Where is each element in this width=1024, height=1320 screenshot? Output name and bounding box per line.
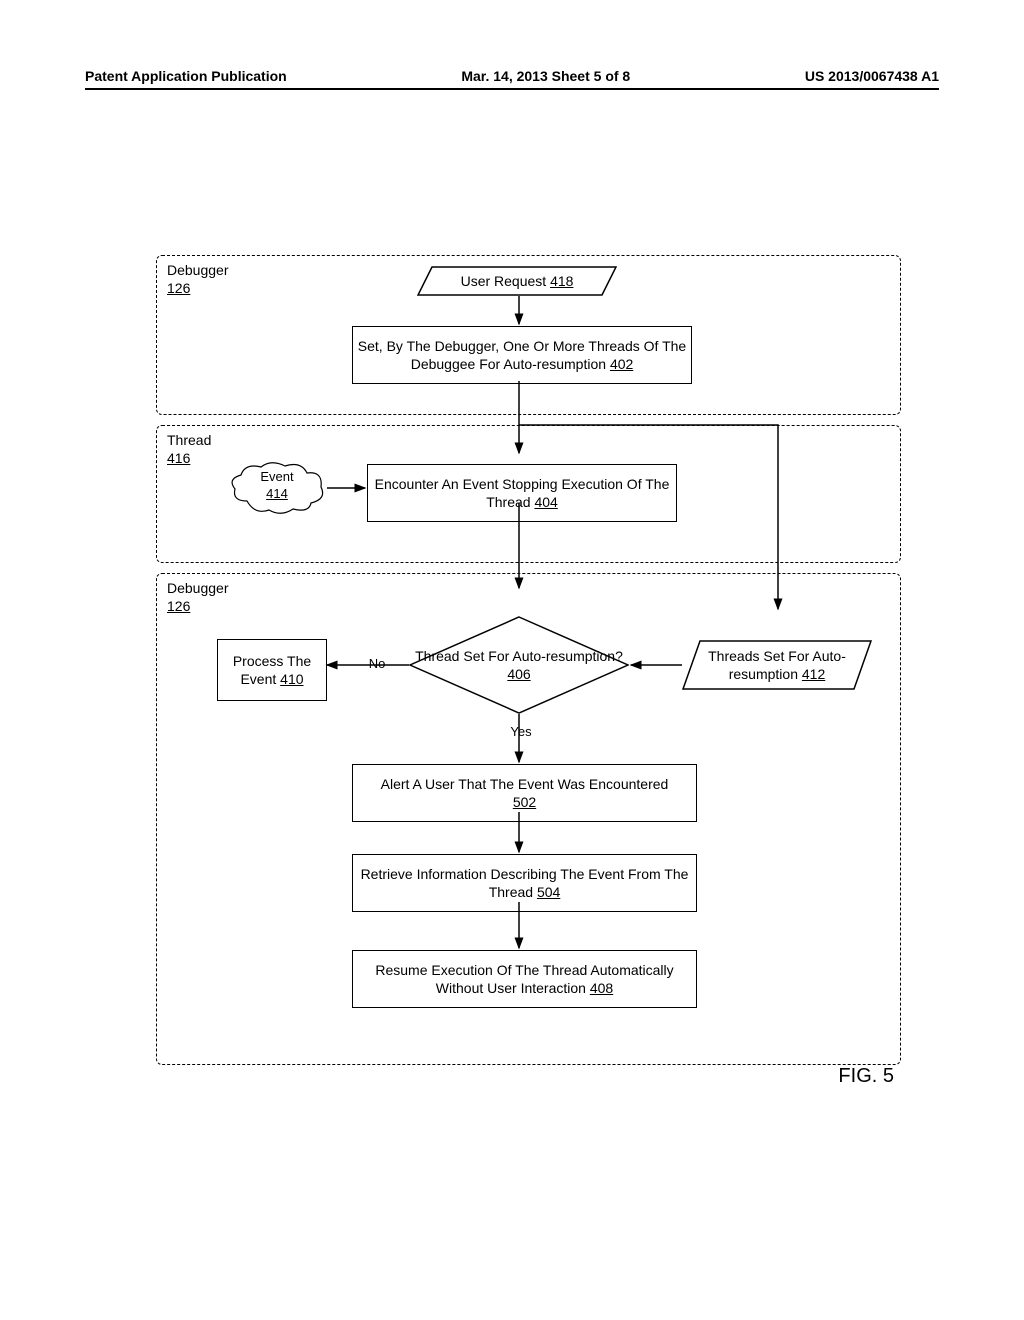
decision-diamond: Thread Set For Auto-resumption? 406 xyxy=(409,616,629,714)
header-left: Patent Application Publication xyxy=(85,68,287,84)
lane-title: Debugger xyxy=(167,262,229,278)
threads-set-shape: Threads Set For Auto-resumption 412 xyxy=(682,640,872,690)
decision-text: Thread Set For Auto-resumption? 406 xyxy=(415,647,623,683)
header-right: US 2013/0067438 A1 xyxy=(805,68,939,84)
retrieve-text: Retrieve Information Describing The Even… xyxy=(357,865,692,901)
lane-debugger-1: Debugger 126 User Request 418 Set, By Th… xyxy=(156,255,901,415)
lane-ref: 126 xyxy=(167,598,229,614)
process-event-box: Process The Event 410 xyxy=(217,639,327,701)
threads-set-text: Threads Set For Auto-resumption 412 xyxy=(682,647,872,683)
process-event-text: Process The Event 410 xyxy=(222,652,322,688)
alert-box: Alert A User That The Event Was Encounte… xyxy=(352,764,697,822)
yes-label: Yes xyxy=(501,722,541,742)
lane-title: Debugger xyxy=(167,580,229,596)
lane-label-debugger-2: Debugger 126 xyxy=(167,580,229,614)
lane-title: Thread xyxy=(167,432,211,448)
encounter-box: Encounter An Event Stopping Execution Of… xyxy=(367,464,677,522)
resume-text: Resume Execution Of The Thread Automatic… xyxy=(357,961,692,997)
resume-box: Resume Execution Of The Thread Automatic… xyxy=(352,950,697,1008)
set-threads-text: Set, By The Debugger, One Or More Thread… xyxy=(357,337,687,373)
no-label: No xyxy=(357,654,397,674)
lane-ref: 416 xyxy=(167,450,211,466)
set-threads-box: Set, By The Debugger, One Or More Thread… xyxy=(352,326,692,384)
flowchart-diagram: Debugger 126 User Request 418 Set, By Th… xyxy=(156,255,901,1075)
retrieve-box: Retrieve Information Describing The Even… xyxy=(352,854,697,912)
event-text: Event 414 xyxy=(260,469,293,503)
figure-label: FIG. 5 xyxy=(838,1065,894,1088)
event-cloud: Event 414 xyxy=(227,461,327,516)
lane-label-thread: Thread 416 xyxy=(167,432,211,466)
lane-ref: 126 xyxy=(167,280,229,296)
page-header: Patent Application Publication Mar. 14, … xyxy=(85,88,939,106)
lane-debugger-2: Debugger 126 Process The Event 410 Threa… xyxy=(156,573,901,1065)
lane-label-debugger-1: Debugger 126 xyxy=(167,262,229,296)
encounter-text: Encounter An Event Stopping Execution Of… xyxy=(372,475,672,511)
user-request-shape: User Request 418 xyxy=(417,266,617,296)
lane-thread: Thread 416 Event 414 Encounter An Event … xyxy=(156,425,901,563)
user-request-text: User Request 418 xyxy=(461,272,574,290)
alert-text: Alert A User That The Event Was Encounte… xyxy=(381,775,669,811)
header-center: Mar. 14, 2013 Sheet 5 of 8 xyxy=(461,68,630,84)
